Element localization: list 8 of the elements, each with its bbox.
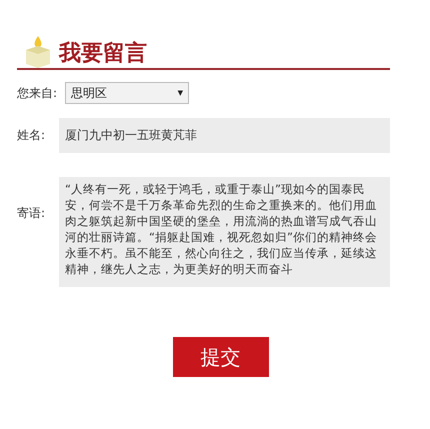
submit-button[interactable]: 提交	[172, 337, 268, 377]
candle-icon	[23, 34, 53, 68]
field-label: 您来自:	[17, 84, 58, 102]
field-label: 姓名:	[17, 127, 46, 144]
message-field[interactable]: “人终有一死，或轻于鸿毛，或重于泰山”现如今的国泰民安，何尝不是千万条革命先烈的生命之重换来的。他们用血肉之躯筑起新中国坚硬的堡垒，用流淌的热血谱写成气吞山河的壮丽诗篇。“捐躯赴国难，视死忽如归”你们的精神终会永垂不朽。虽不能至，然心向往之，我们应当传承，延续这精神，继先人之志，为更美好的明天而奋斗	[59, 177, 390, 287]
field-label: 寄语:	[17, 205, 46, 222]
page-title: 我要留言	[59, 43, 147, 65]
name-field[interactable]: 厦门九中初一五班黄芃菲	[59, 118, 390, 153]
